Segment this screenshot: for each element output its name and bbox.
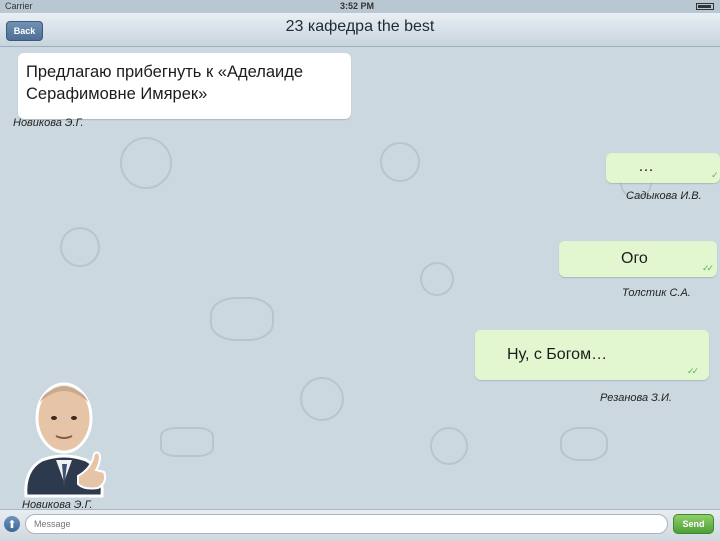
message-signature: Новикова Э.Г. [13, 117, 84, 129]
message-text: Ого [621, 250, 648, 267]
background-doodle-icon [160, 427, 214, 457]
background-doodle-icon [380, 142, 420, 182]
message-signature: Резанова З.И. [600, 392, 672, 404]
status-bar: Carrier 3:52 PM [0, 0, 720, 13]
message-signature: Садыкова И.В. [626, 190, 702, 202]
background-doodle-icon [560, 427, 608, 461]
background-doodle-icon [120, 137, 172, 189]
background-doodle-icon [420, 262, 454, 296]
carrier-label: Carrier [5, 1, 33, 11]
read-check-icon: ✓✓ [702, 263, 714, 273]
background-doodle-icon [210, 297, 274, 341]
attach-arrow-icon[interactable]: ⬆ [4, 516, 20, 532]
send-button[interactable]: Send [673, 514, 714, 534]
chat-header: Back 23 кафедра the best [0, 13, 720, 47]
message-text: Ну, с Богом… [507, 346, 608, 363]
message-bubble[interactable]: Ну, с Богом… ✓✓ [475, 330, 709, 380]
message-input[interactable] [25, 514, 668, 534]
background-doodle-icon [300, 377, 344, 421]
message-bubble[interactable]: Ого ✓✓ [559, 241, 717, 277]
status-time: 3:52 PM [340, 1, 375, 11]
message-text: Предлагаю прибегнуть к «Аделаиде [26, 63, 304, 81]
message-bubble[interactable]: Предлагаю прибегнуть к «Аделаиде Серафим… [18, 53, 351, 119]
battery-icon [696, 3, 714, 10]
man-thumbs-up-sticker-icon[interactable] [18, 372, 110, 498]
background-doodle-icon [60, 227, 100, 267]
message-bubble[interactable]: … ✓ [606, 153, 720, 183]
read-check-icon: ✓ [711, 170, 718, 180]
message-text: Серафимовне Имярек» [26, 85, 208, 103]
message-signature: Толстик С.А. [622, 287, 691, 299]
message-input-bar: ⬆ Send [0, 509, 720, 541]
read-check-icon: ✓✓ [687, 366, 699, 376]
background-doodle-icon [430, 427, 468, 465]
message-text: … [638, 158, 654, 175]
chat-title: 23 кафедра the best [285, 18, 435, 35]
